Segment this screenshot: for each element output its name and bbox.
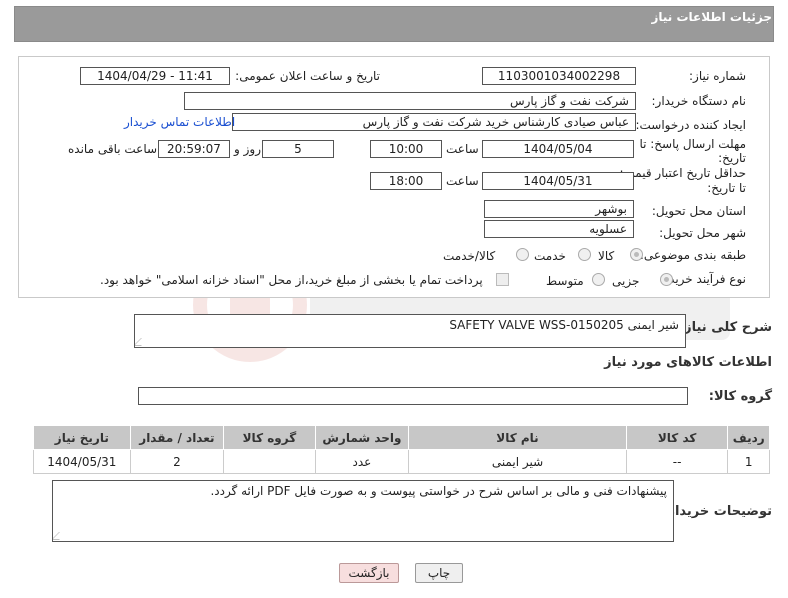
buyer-org-field[interactable]: شرکت نفت و گاز پارس (184, 92, 636, 110)
buyer-notes-field[interactable]: پیشنهادات فنی و مالی بر اساس شرح در خواس… (52, 480, 674, 542)
col-group: گروه کالا (223, 425, 316, 450)
process-option-small: جزیی (612, 274, 640, 288)
category-option-goods-service: کالا/خدمت (443, 249, 496, 263)
goods-group-field[interactable] (138, 387, 688, 405)
cell-group (223, 449, 316, 474)
deadline-time-field[interactable]: 10:00 (370, 140, 442, 158)
col-quantity: تعداد / مقدار (129, 425, 225, 450)
category-radio-service[interactable] (578, 248, 591, 261)
goods-table: ردیف کد کالا نام کالا واحد شمارش گروه کا… (33, 425, 770, 474)
province-field[interactable]: بوشهر (484, 200, 634, 218)
payment-checkbox[interactable] (496, 273, 509, 286)
category-label: طبقه بندی موضوعی: (639, 248, 746, 262)
city-label: شهر محل تحویل: (659, 226, 746, 240)
deadline-label-2: تاریخ: (718, 151, 746, 165)
days-field[interactable]: 5 (262, 140, 334, 158)
validity-label: حداقل تاریخ اعتبار قیمت: (619, 166, 746, 180)
col-unit: واحد شمارش (314, 425, 410, 450)
goods-group-label: گروه کالا: (708, 389, 772, 404)
deadline-time-label: ساعت (446, 142, 479, 156)
announce-field[interactable]: 1404/04/29 - 11:41 (80, 67, 230, 85)
buyer-notes-label: توضیحات خریدار: (662, 504, 772, 519)
description-label: شرح کلی نیاز: (678, 320, 772, 335)
creator-field[interactable]: عباس صیادی کارشناس خرید شرکت نفت و گاز پ… (232, 113, 636, 131)
process-radio-small[interactable] (660, 273, 673, 286)
deadline-date-field[interactable]: 1404/05/04 (482, 140, 634, 158)
remaining-label: ساعت باقی مانده (68, 142, 158, 156)
buyer-org-label: نام دستگاه خریدار: (651, 94, 747, 108)
cell-code: -- (625, 449, 729, 474)
print-button[interactable]: چاپ (415, 563, 463, 583)
page-title: جزئیات اطلاعات نیاز (651, 10, 772, 24)
cell-name: شیر ایمنی (408, 449, 627, 474)
description-text: شیر ایمنی SAFETY VALVE WSS-0150205 (449, 318, 679, 332)
process-option-medium: متوسط (546, 274, 584, 288)
col-name: نام کالا (408, 425, 627, 450)
cell-unit: عدد (314, 449, 410, 474)
need-number-label: شماره نیاز: (689, 69, 746, 83)
validity-date-field[interactable]: 1404/05/31 (482, 172, 634, 190)
back-button[interactable]: بازگشت (339, 563, 399, 583)
creator-label: ایجاد کننده درخواست: (635, 118, 746, 132)
validity-time-field[interactable]: 18:00 (370, 172, 442, 190)
validity-time-label: ساعت (446, 174, 479, 188)
category-radio-goods[interactable] (630, 248, 643, 261)
col-date: تاریخ نیاز (33, 425, 131, 450)
remaining-time-field[interactable]: 20:59:07 (158, 140, 230, 158)
category-option-goods: کالا (598, 249, 615, 263)
category-radio-goods-service[interactable] (516, 248, 529, 261)
deadline-label: مهلت ارسال پاسخ: تا (639, 137, 746, 151)
description-field[interactable]: شیر ایمنی SAFETY VALVE WSS-0150205 (134, 314, 686, 348)
resize-handle-icon[interactable] (135, 338, 149, 346)
process-radio-medium[interactable] (592, 273, 605, 286)
province-label: استان محل تحویل: (651, 204, 746, 218)
col-row: ردیف (727, 425, 770, 450)
resize-handle-icon[interactable] (53, 532, 67, 540)
buyer-notes-text: پیشنهادات فنی و مالی بر اساس شرح در خواس… (210, 484, 667, 498)
cell-row: 1 (727, 449, 770, 474)
payment-note: پرداخت تمام یا بخشی از مبلغ خرید،از محل … (100, 273, 483, 287)
cell-date: 1404/05/31 (33, 449, 131, 474)
validity-label-2: تا تاریخ: (707, 181, 746, 195)
cell-quantity: 2 (129, 449, 225, 474)
col-code: کد کالا (625, 425, 729, 450)
contact-info-link[interactable]: اطلاعات تماس خریدار (124, 115, 235, 129)
days-label: روز و (234, 142, 261, 156)
process-label: نوع فرآیند خرید : (661, 272, 746, 286)
table-header-row: ردیف کد کالا نام کالا واحد شمارش گروه کا… (33, 425, 770, 450)
goods-section-title: اطلاعات کالاهای مورد نیاز (604, 355, 772, 370)
category-option-service: خدمت (534, 249, 566, 263)
city-field[interactable]: عسلویه (484, 220, 634, 238)
need-number-field[interactable]: 1103001034002298 (482, 67, 636, 85)
table-row[interactable]: 1 -- شیر ایمنی عدد 2 1404/05/31 (33, 449, 770, 474)
announce-label: تاریخ و ساعت اعلان عمومی: (235, 69, 380, 83)
